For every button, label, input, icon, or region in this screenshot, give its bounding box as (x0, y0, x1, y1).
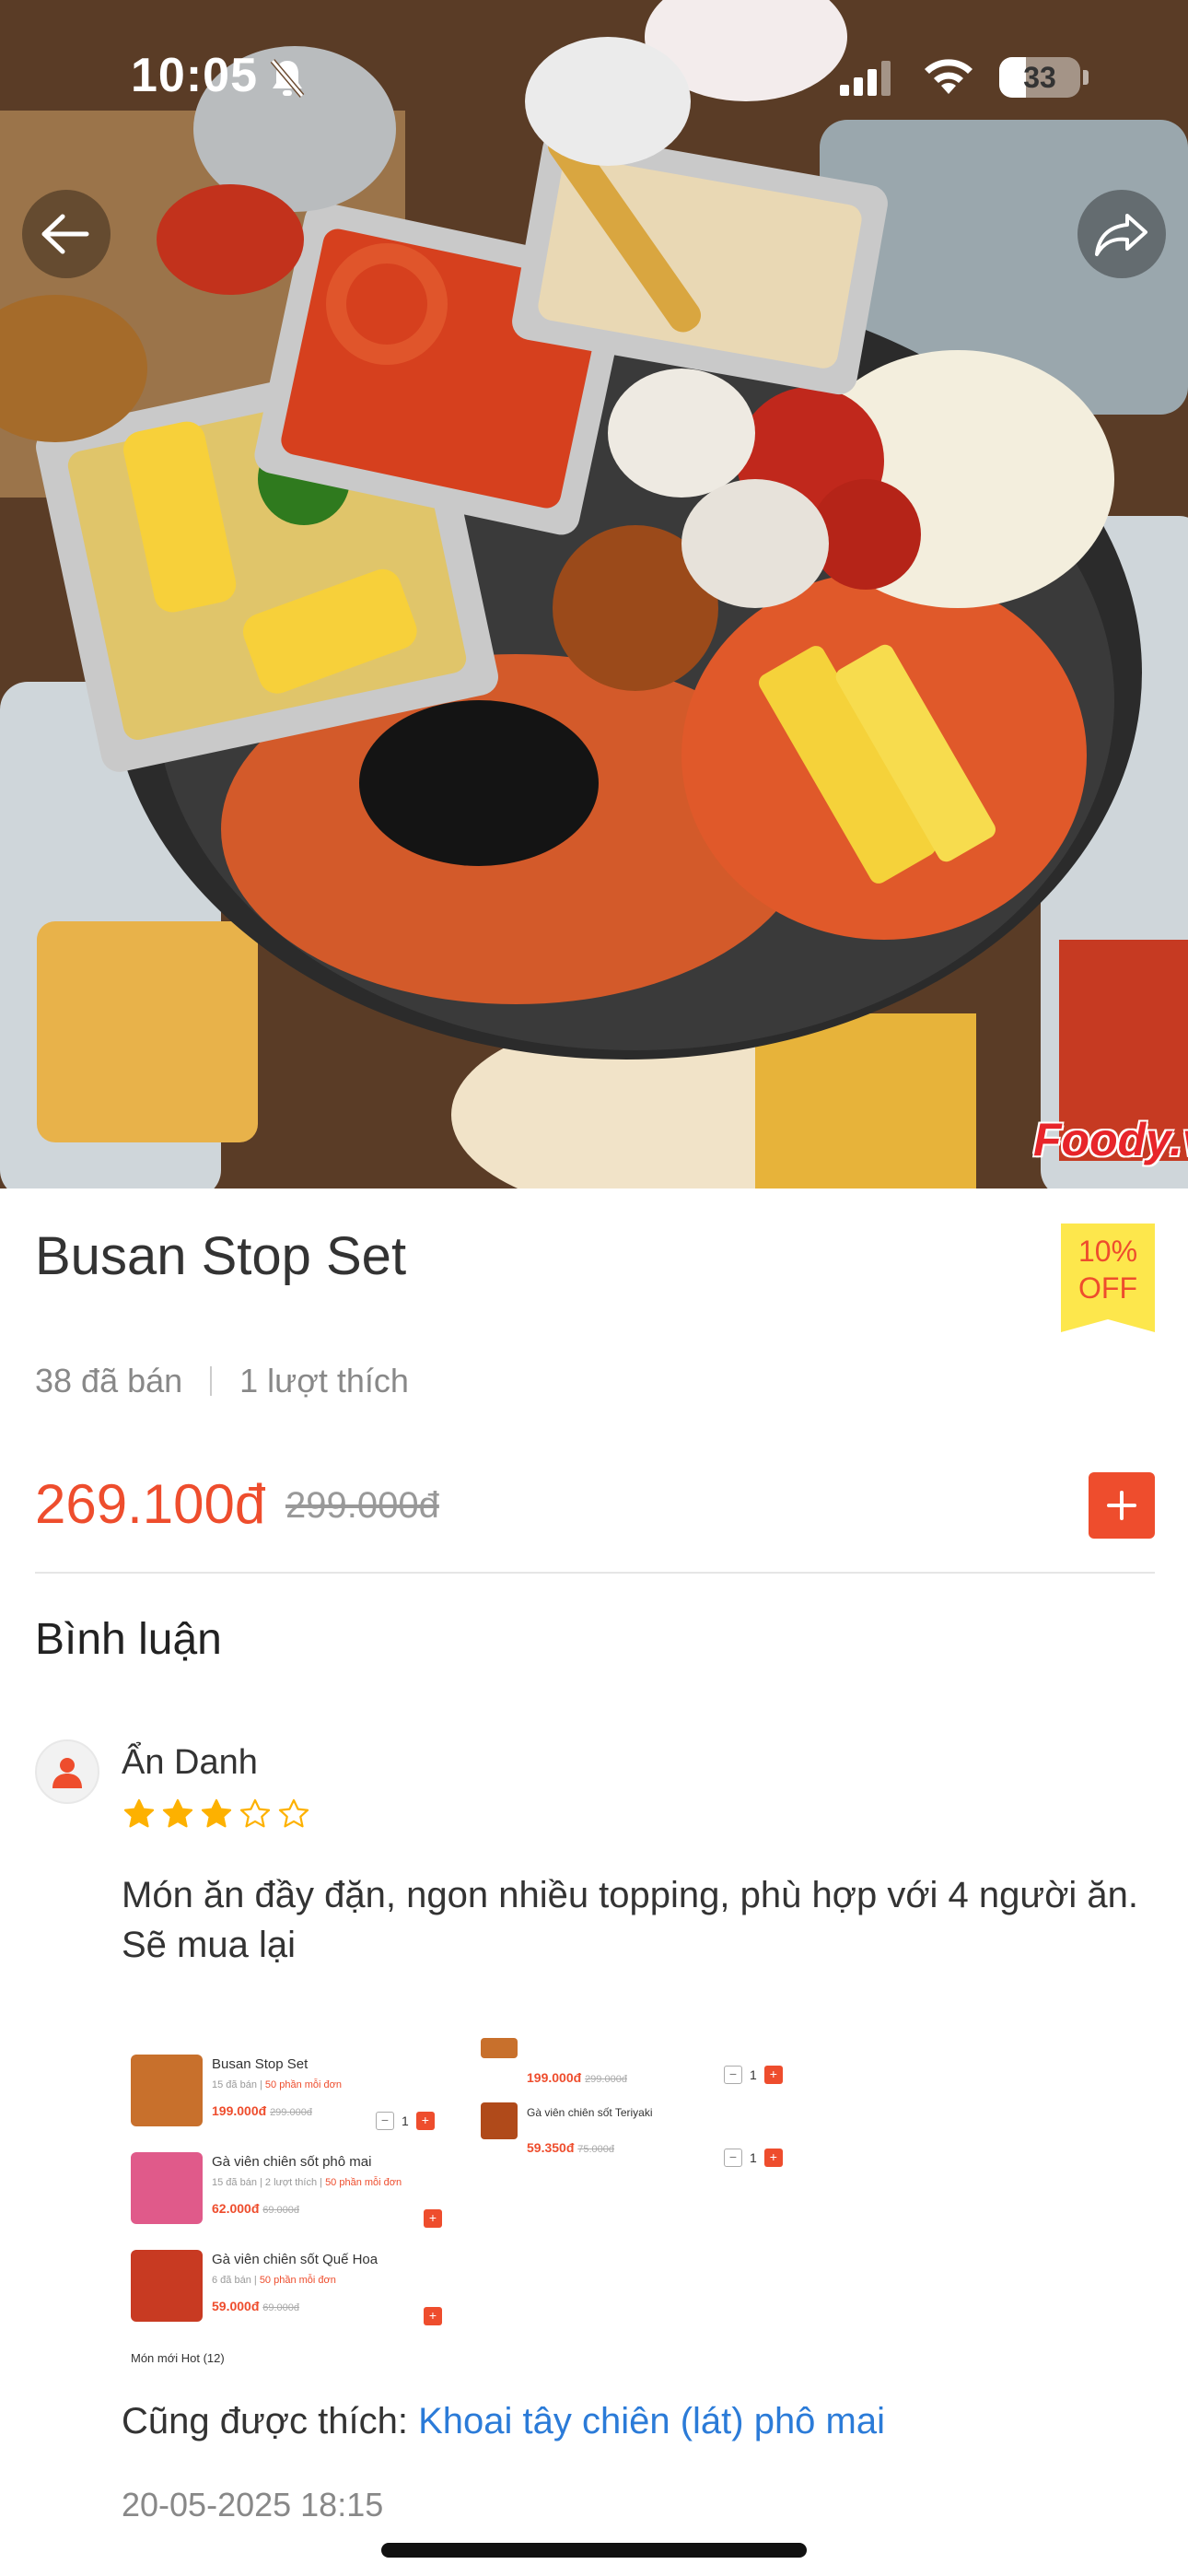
product-hero-image: Foody.vn (0, 0, 1188, 1188)
item-name: Busan Stop Set (212, 2056, 309, 2072)
product-title: Busan Stop Set (35, 1226, 407, 1286)
rating-stars (122, 1797, 311, 1832)
wifi-icon (921, 55, 976, 102)
star-empty-icon (239, 1798, 271, 1828)
discount-badge: 10% OFF (1061, 1224, 1155, 1332)
foody-watermark: Foody.vn (1033, 1114, 1188, 1165)
star-filled-icon (201, 1798, 232, 1828)
review-date: 20-05-2025 18:15 (122, 2486, 384, 2523)
star-empty-icon (278, 1798, 309, 1828)
discount-percent: 10% (1077, 1235, 1138, 1268)
star-filled-icon (123, 1798, 155, 1828)
item-sold: 15 đã bán (212, 2079, 257, 2090)
list-item: Gà viên chiên sốt phô mai 15 đã bán | 2 … (131, 2152, 402, 2224)
battery-icon: 33 (999, 57, 1080, 98)
food-thumbnail (131, 2055, 203, 2126)
user-icon (52, 1758, 82, 1788)
reviews-heading: Bình luận (35, 1615, 222, 1664)
like-count: 1 lượt thích (239, 1362, 409, 1399)
review-text: Món ăn đầy đặn, ngon nhiều topping, phù … (122, 1875, 1139, 1965)
discount-off-label: OFF (1078, 1271, 1137, 1305)
item-old-price: 299.000đ (270, 2107, 312, 2118)
share-arrow-icon (1095, 214, 1147, 256)
original-price: 299.000đ (285, 1485, 439, 1526)
item-price: 199.000đ (212, 2103, 267, 2118)
add-to-cart-button[interactable] (1089, 1472, 1155, 1539)
share-button[interactable] (1077, 190, 1166, 278)
item-tag: 50 phần mỗi đơn (264, 2079, 342, 2090)
reviewer-name: Ẩn Danh (122, 1743, 258, 1782)
current-price: 269.100đ (35, 1473, 266, 1535)
list-item: Gà viên chiên sốt Teriyaki 59.350đ 75.00… (481, 2102, 653, 2160)
cellular-signal-icon (840, 61, 891, 100)
also-liked: Cũng được thích: Khoai tây chiên (lát) p… (122, 2401, 885, 2442)
food-photo (0, 0, 1188, 1188)
also-liked-link[interactable]: Khoai tây chiên (lát) phô mai (418, 2401, 885, 2441)
sold-count: 38 đã bán (35, 1362, 183, 1399)
avatar (35, 1739, 99, 1804)
list-item (481, 2038, 518, 2058)
status-time: 10:05 (131, 49, 258, 102)
item-name: Gà viên chiên sốt Quế Hoa (212, 2252, 379, 2267)
list-footer: Món mới Hot (12) (131, 2351, 225, 2365)
back-button[interactable] (22, 190, 111, 278)
quantity-stepper: − 1 + (376, 2112, 435, 2130)
section-divider (35, 1572, 1155, 1574)
food-thumbnail (131, 2152, 203, 2224)
list-item: Busan Stop Set 15 đã bán | 50 phần mỗi đ… (131, 2055, 342, 2126)
also-liked-label: Cũng được thích: (122, 2401, 408, 2441)
item-name: Gà viên chiên sốt phô mai (212, 2154, 372, 2170)
arrow-left-icon (41, 214, 89, 254)
review-photo[interactable]: Busan Stop Set 15 đã bán | 50 phần mỗi đ… (122, 2038, 831, 2375)
bell-slash-icon (269, 57, 306, 102)
star-filled-icon (162, 1798, 193, 1828)
stats-divider (210, 1366, 213, 1396)
home-indicator[interactable] (381, 2543, 807, 2558)
status-bar: 10:05 33 (0, 0, 1188, 147)
product-stats: 38 đã bán 1 lượt thích (35, 1362, 409, 1400)
battery-cap (1083, 70, 1089, 85)
food-thumbnail (131, 2250, 203, 2322)
plus-icon (1107, 1491, 1136, 1520)
list-item: Gà viên chiên sốt Quế Hoa 6 đã bán | 50 … (131, 2250, 378, 2322)
battery-percent: 33 (1023, 61, 1056, 94)
